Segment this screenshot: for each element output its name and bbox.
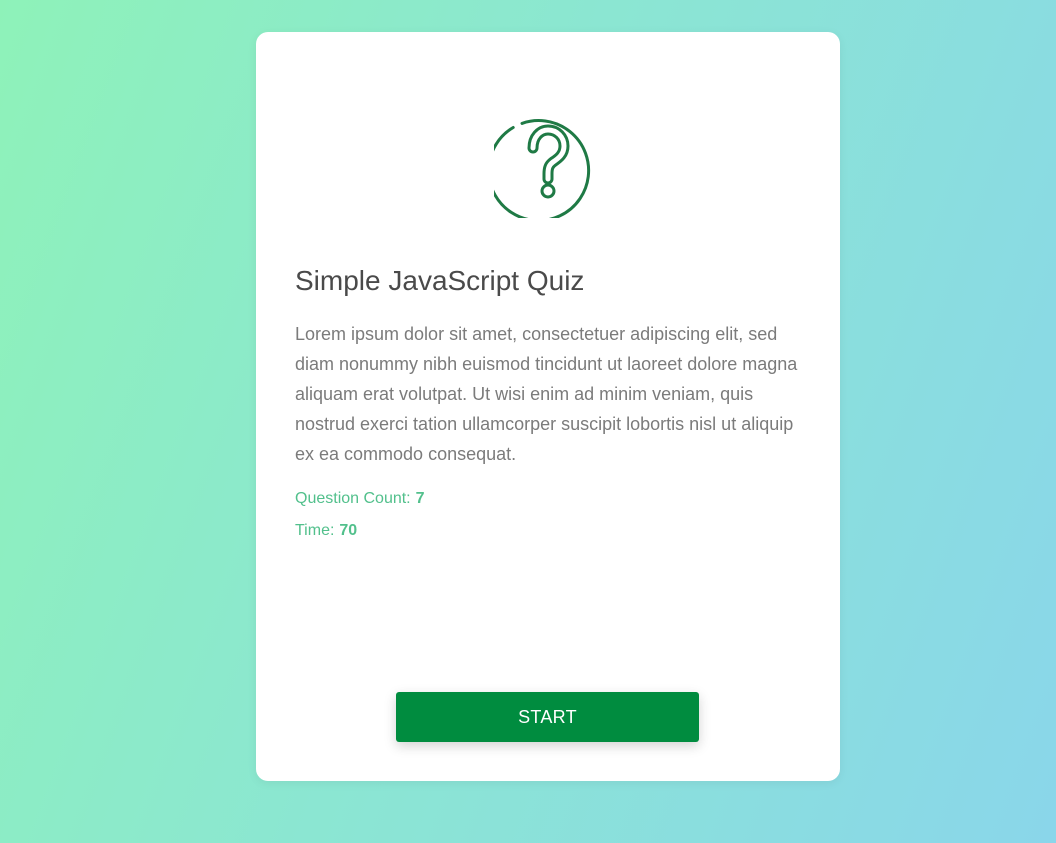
question-count-label: Question Count: bbox=[295, 490, 411, 507]
question-count-value: 7 bbox=[415, 490, 425, 507]
question-count: Question Count: 7 bbox=[295, 489, 425, 509]
quiz-time: Time: 70 bbox=[295, 521, 357, 541]
quiz-title: Simple JavaScript Quiz bbox=[295, 265, 585, 296]
time-value: 70 bbox=[339, 522, 358, 539]
start-button[interactable]: START bbox=[396, 692, 699, 742]
quiz-card: Simple JavaScript Quiz Lorem ipsum dolor… bbox=[256, 32, 840, 781]
quiz-description: Lorem ipsum dolor sit amet, consectetuer… bbox=[295, 324, 798, 464]
time-label: Time: bbox=[295, 522, 335, 539]
question-circle-icon bbox=[487, 112, 600, 223]
